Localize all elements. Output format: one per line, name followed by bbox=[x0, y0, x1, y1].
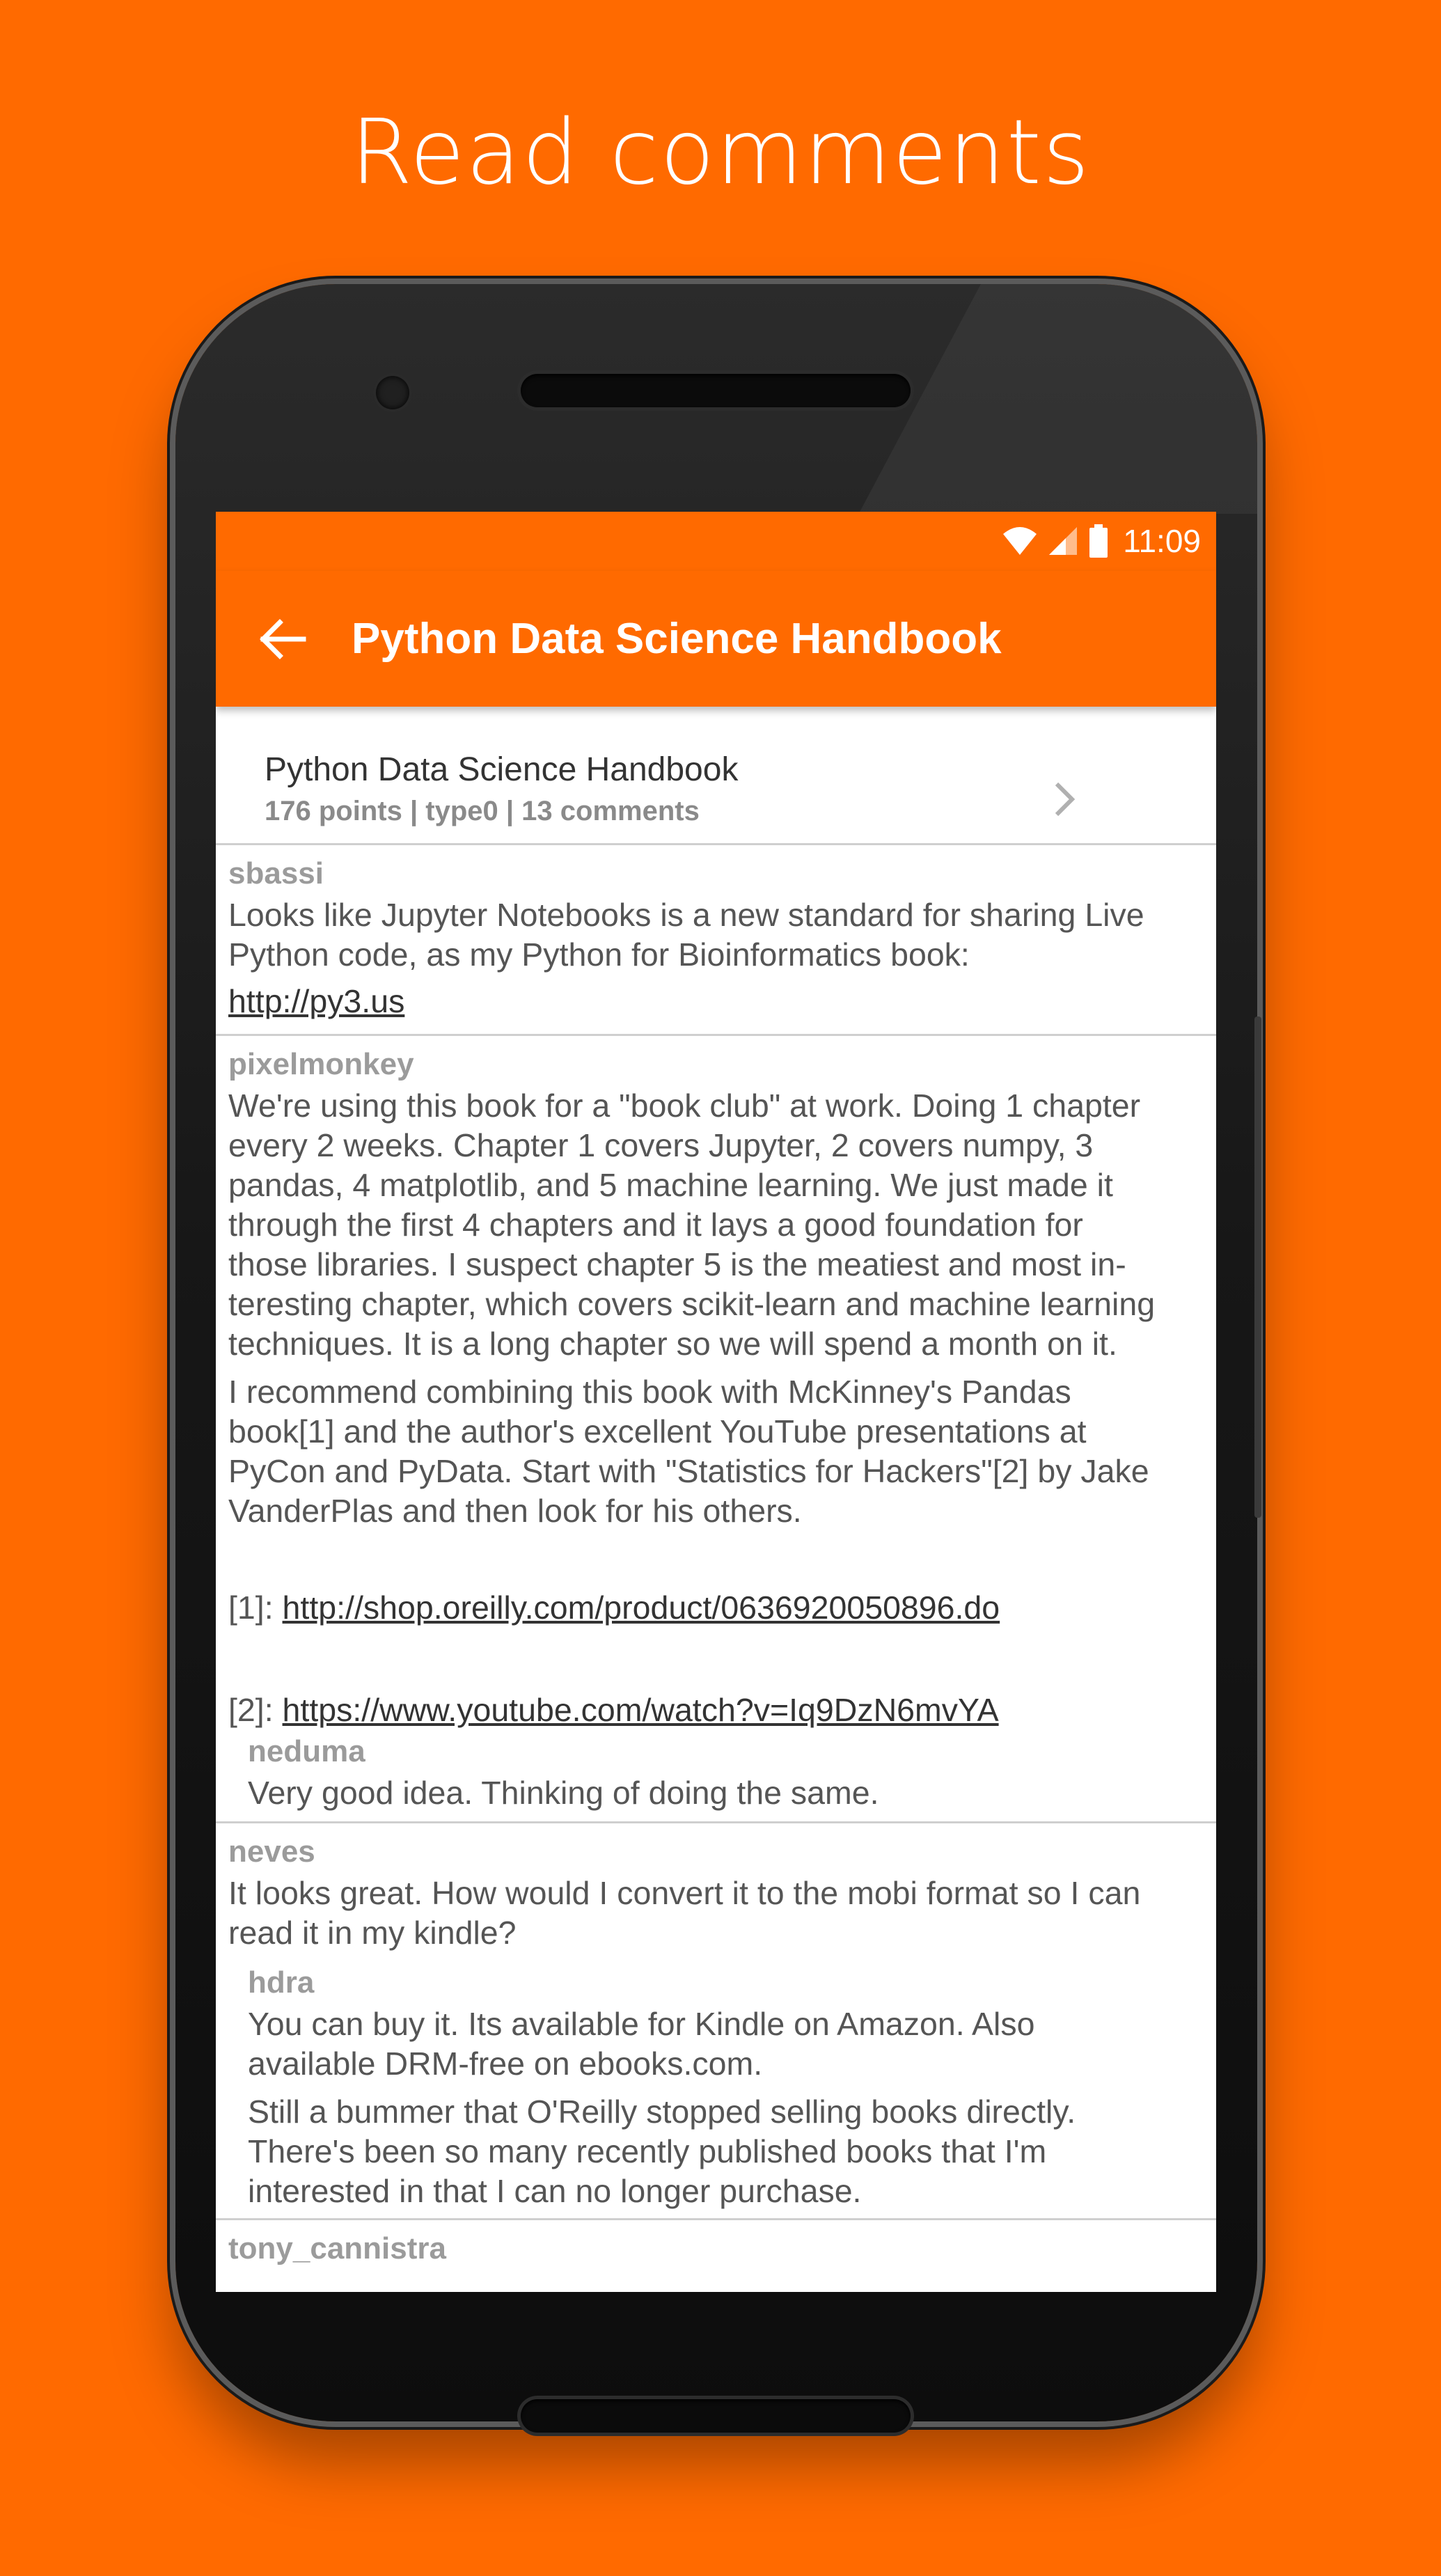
comment-author: tony_cannistra bbox=[228, 2231, 446, 2265]
reply-author: hdra bbox=[248, 1965, 315, 2000]
comment: pixelmonkey We're using this book for a … bbox=[216, 1036, 1216, 1823]
text-line: teresting chapter, which covers scikit-l… bbox=[228, 1286, 1156, 1322]
phone-screen: 11:09 Python Data Science Handbook Pytho… bbox=[216, 512, 1216, 2292]
reply-paragraph: You can buy it. Its available for Kindle… bbox=[248, 2004, 1206, 2084]
text-line: techniques. It is a long chapter so we w… bbox=[228, 1326, 1117, 1362]
wifi-icon bbox=[1003, 527, 1037, 555]
comment-author: pixelmonkey bbox=[228, 1047, 414, 1081]
comment-author: sbassi bbox=[228, 856, 324, 890]
chevron-right-icon bbox=[1055, 782, 1076, 817]
comment-author: neves bbox=[228, 1835, 315, 1869]
reply-author: neduma bbox=[248, 1734, 365, 1768]
comment-link[interactable]: http://py3.us bbox=[228, 982, 404, 1021]
power-button bbox=[1254, 1239, 1261, 1518]
bottom-speaker bbox=[521, 2399, 911, 2433]
reference-2: [2]: https://www.youtube.com/watch?v=Iq9… bbox=[228, 1690, 1206, 1730]
reply-text: Very good idea. Thinking of doing the sa… bbox=[248, 1775, 879, 1811]
text-line: book[1] and the author's excellent YouTu… bbox=[228, 1413, 1087, 1450]
text-line: those libraries. I suspect chapter 5 is … bbox=[228, 1246, 1126, 1282]
reply-paragraph: Still a bummer that O'Reilly stopped sel… bbox=[248, 2092, 1206, 2211]
comment-paragraph: We're using this book for a "book club" … bbox=[228, 1086, 1206, 1364]
story-header[interactable]: Python Data Science Handbook 176 points … bbox=[216, 707, 1216, 845]
app-bar-title: Python Data Science Handbook bbox=[352, 615, 1002, 663]
comment-text: It looks great. How would I convert it t… bbox=[228, 1874, 1206, 1953]
status-time: 11:09 bbox=[1123, 523, 1201, 559]
text-line: There's been so many recently published … bbox=[248, 2133, 1047, 2169]
battery-icon bbox=[1089, 524, 1108, 558]
comment: sbassi Looks like Jupyter Notebooks is a… bbox=[216, 845, 1216, 1036]
text-line: through the first 4 chapters and it lays… bbox=[228, 1207, 1083, 1243]
text-line: Still a bummer that O'Reilly stopped sel… bbox=[248, 2094, 1076, 2130]
comment-list: sbassi Looks like Jupyter Notebooks is a… bbox=[216, 845, 1216, 2275]
reply: hdra You can buy it. Its available for K… bbox=[228, 1961, 1206, 2211]
volume-button bbox=[1254, 1016, 1261, 1246]
reference-1: [1]: http://shop.oreilly.com/product/063… bbox=[228, 1588, 1206, 1628]
comment: tony_cannistra bbox=[216, 2220, 1216, 2275]
status-bar: 11:09 bbox=[216, 512, 1216, 571]
text-line: read it in my kindle? bbox=[228, 1915, 517, 1951]
reference-prefix: [1]: bbox=[228, 1589, 283, 1626]
signal-icon bbox=[1049, 527, 1078, 555]
top-speaker bbox=[521, 374, 911, 407]
text-line: VanderPlas and then look for his others. bbox=[228, 1493, 802, 1529]
text-line: Python code, as my Python for Bioinforma… bbox=[228, 936, 970, 973]
text-line: interested in that I can no longer purch… bbox=[248, 2173, 862, 2209]
story-title: Python Data Science Handbook bbox=[265, 751, 739, 788]
text-line: We're using this book for a "book club" … bbox=[228, 1087, 1141, 1124]
text-line: Looks like Jupyter Notebooks is a new st… bbox=[228, 897, 1144, 933]
reference-link[interactable]: http://shop.oreilly.com/product/06369200… bbox=[283, 1589, 1000, 1626]
reference-link[interactable]: https://www.youtube.com/watch?v=Iq9DzN6m… bbox=[283, 1692, 999, 1728]
reply: neduma Very good idea. Thinking of doing… bbox=[228, 1730, 1206, 1813]
arrow-left-icon[interactable] bbox=[258, 618, 306, 660]
comment-text: Looks like Jupyter Notebooks is a new st… bbox=[228, 895, 1206, 1021]
headline: Read comments bbox=[350, 101, 1091, 205]
text-line: You can buy it. Its available for Kindle… bbox=[248, 2006, 1035, 2042]
comment-paragraph: I recommend combining this book with McK… bbox=[228, 1372, 1206, 1531]
text-line: available DRM-free on ebooks.com. bbox=[248, 2045, 763, 2082]
front-camera bbox=[376, 376, 409, 409]
text-line: PyCon and PyData. Start with "Statistics… bbox=[228, 1453, 1149, 1489]
text-line: pandas, 4 matplotlib, and 5 machine lear… bbox=[228, 1167, 1113, 1203]
text-line: I recommend combining this book with McK… bbox=[228, 1374, 1071, 1410]
comment: neves It looks great. How would I conver… bbox=[216, 1823, 1216, 2220]
app-bar: Python Data Science Handbook bbox=[216, 571, 1216, 707]
text-line: It looks great. How would I convert it t… bbox=[228, 1875, 1141, 1911]
story-meta: 176 points | type0 | 13 comments bbox=[265, 796, 700, 826]
reference-prefix: [2]: bbox=[228, 1692, 283, 1728]
text-line: every 2 weeks. Chapter 1 covers Jupyter,… bbox=[228, 1127, 1094, 1163]
